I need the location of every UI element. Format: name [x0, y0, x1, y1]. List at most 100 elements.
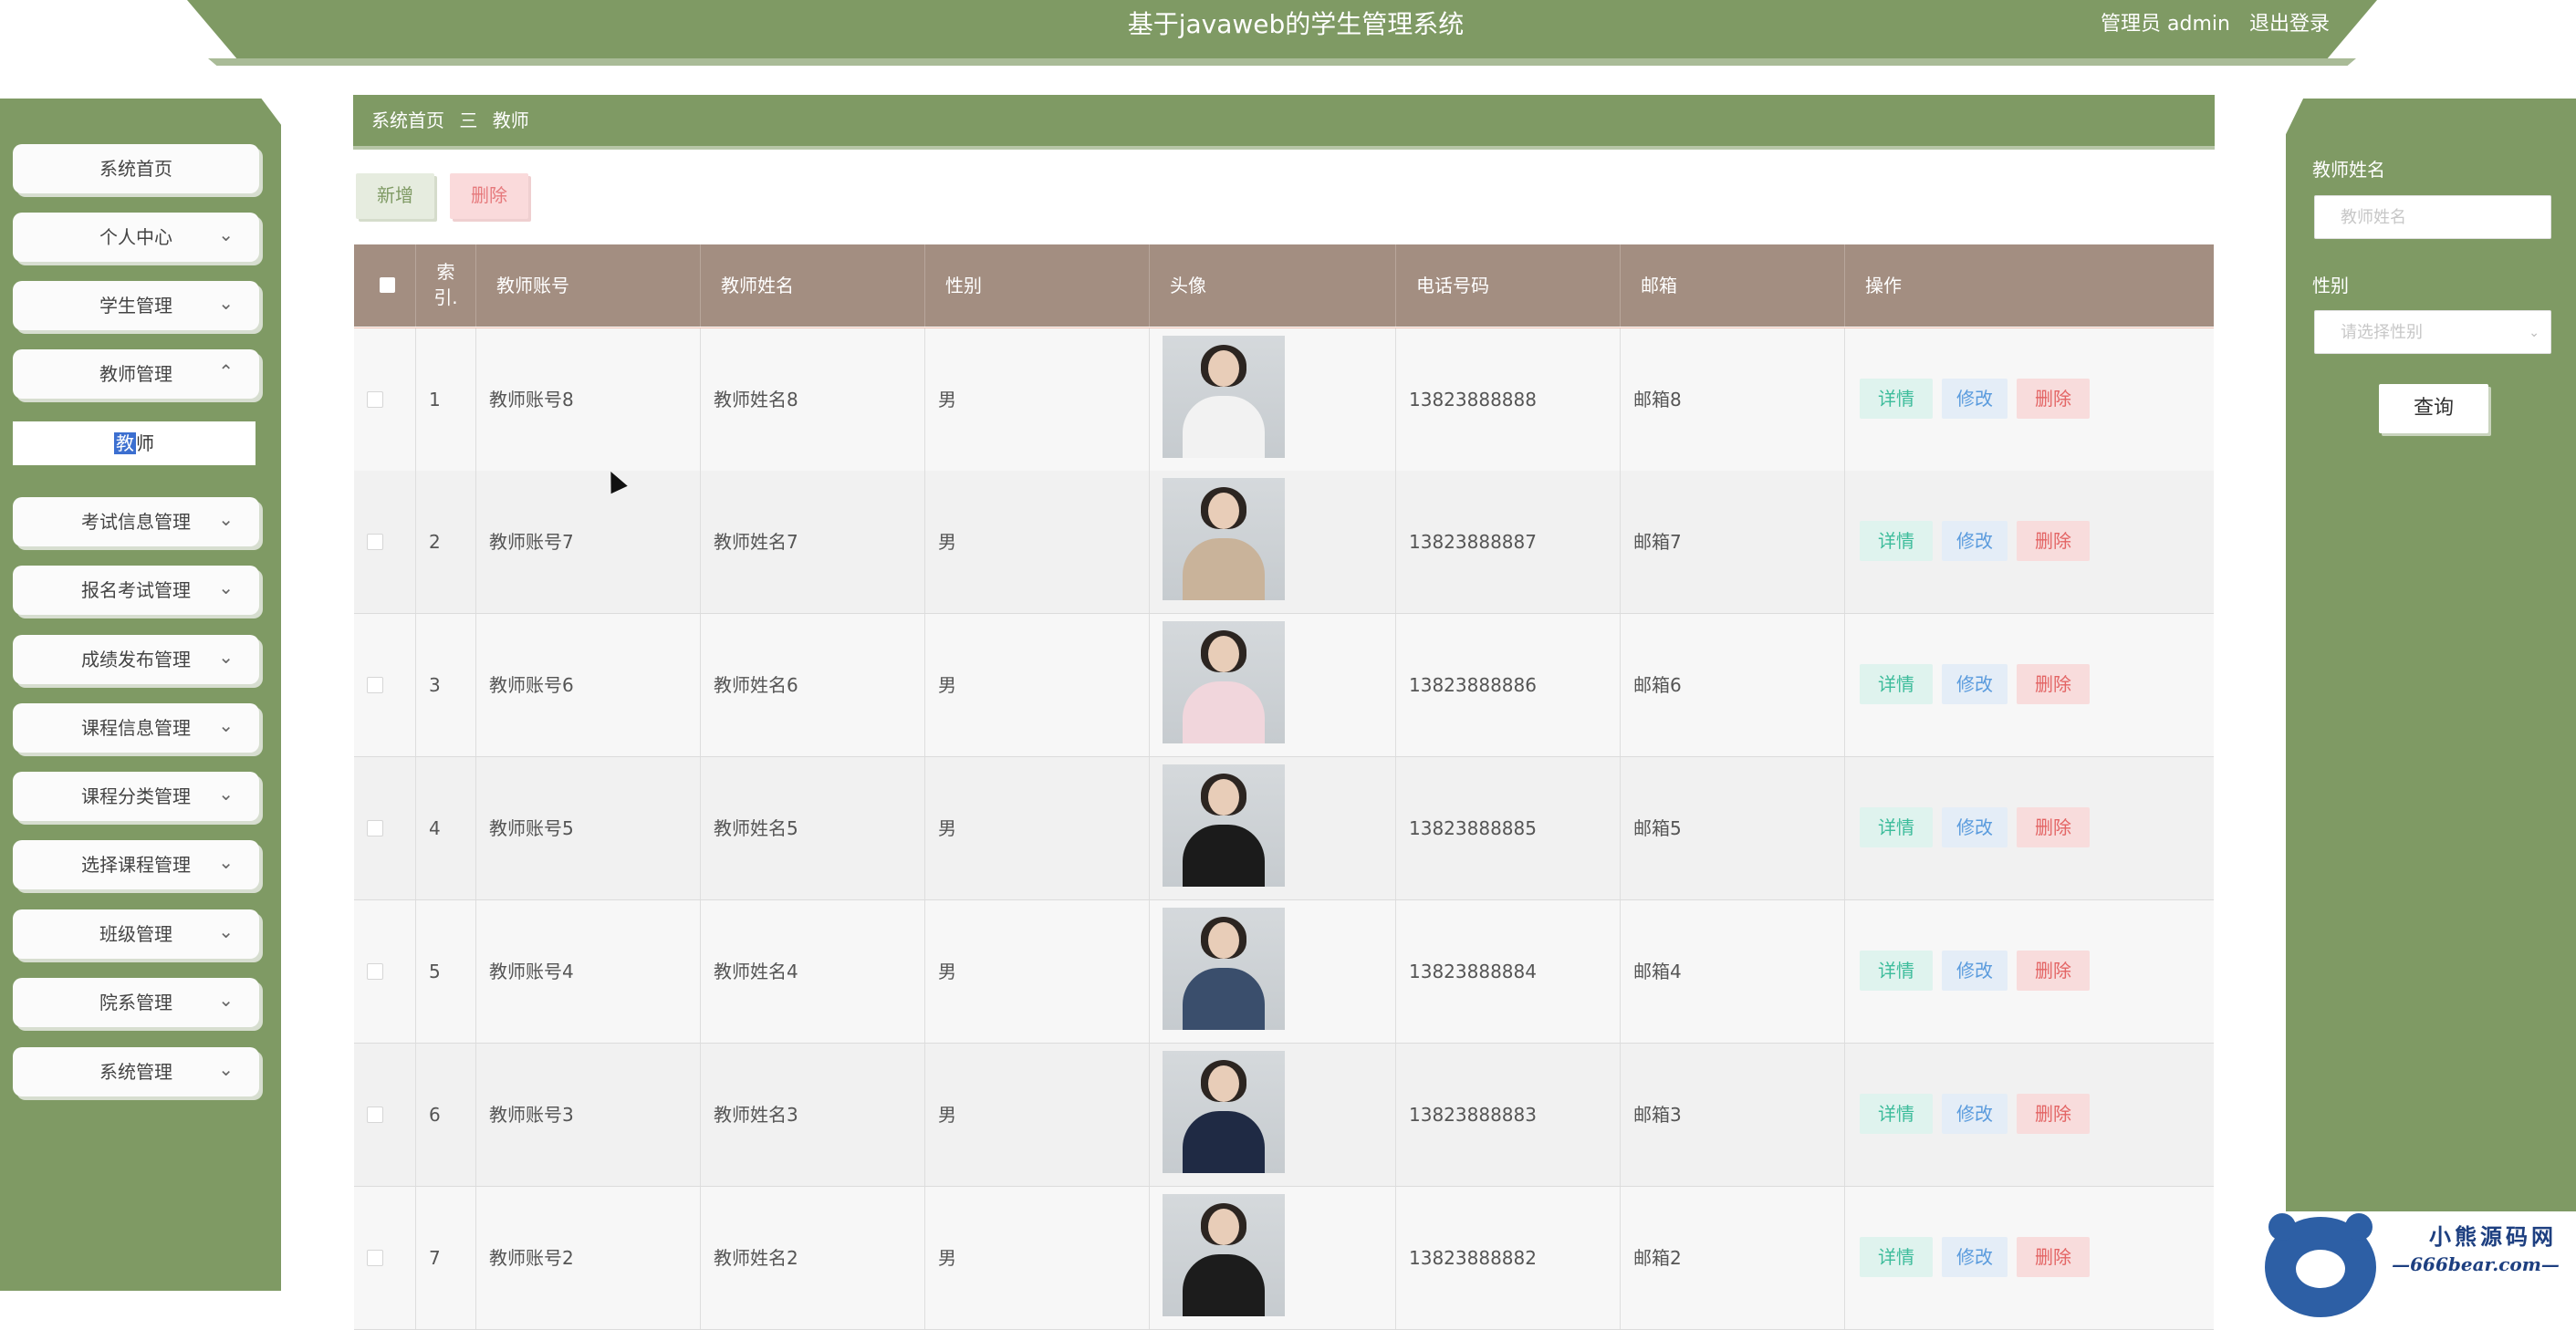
- select-all-checkbox[interactable]: [380, 277, 395, 293]
- table-row: 4 教师账号5 教师姓名5 男 13823888885 邮箱5 详情 修改 删除: [354, 757, 2214, 900]
- edit-button[interactable]: 修改: [1942, 379, 2008, 419]
- selected-text-highlight: 教: [114, 432, 136, 454]
- sidebar-item[interactable]: 学生管理 ⌄: [13, 281, 259, 330]
- row-select-cell: [354, 471, 416, 613]
- sidebar-item[interactable]: 系统管理 ⌄: [13, 1047, 259, 1096]
- app-title: 基于javaweb的学生管理系统: [1127, 9, 1465, 39]
- teacher-name-input[interactable]: 教师姓名: [2314, 195, 2551, 239]
- sidebar-item[interactable]: 课程信息管理 ⌄: [13, 703, 259, 753]
- cell-gender: 男: [925, 328, 1150, 471]
- row-checkbox[interactable]: [367, 534, 383, 550]
- sidebar-item[interactable]: 系统首页: [13, 144, 259, 193]
- bear-logo-icon: [2265, 1213, 2376, 1317]
- edit-button[interactable]: 修改: [1942, 1237, 2008, 1277]
- gender-label: 性别: [2312, 275, 2349, 296]
- sidebar-item[interactable]: 报名考试管理 ⌄: [13, 566, 259, 615]
- delete-button[interactable]: 删除: [2017, 664, 2090, 704]
- sidebar-item-label: 考试信息管理: [81, 511, 191, 533]
- edit-button[interactable]: 修改: [1942, 951, 2008, 991]
- breadcrumb: 系统首页 三 教师: [353, 95, 2215, 150]
- gender-select[interactable]: 请选择性别 ⌄: [2314, 310, 2551, 354]
- row-checkbox[interactable]: [367, 1250, 383, 1266]
- teacher-avatar-image: [1163, 908, 1285, 1030]
- delete-button[interactable]: 删除: [2017, 1094, 2090, 1134]
- index-header-line1: 索: [436, 261, 455, 283]
- cell-avatar: [1150, 900, 1396, 1043]
- edit-button[interactable]: 修改: [1942, 664, 2008, 704]
- sidebar-item[interactable]: 课程分类管理 ⌄: [13, 772, 259, 821]
- cell-actions: 详情 修改 删除: [1845, 900, 2214, 1043]
- teacher-name-label: 教师姓名: [2312, 159, 2385, 181]
- detail-button[interactable]: 详情: [1860, 1237, 1933, 1277]
- sidebar-item[interactable]: 教师管理 ⌃: [13, 349, 259, 399]
- cell-gender: 男: [925, 471, 1150, 613]
- cell-avatar: [1150, 1187, 1396, 1329]
- cell-avatar: [1150, 328, 1396, 471]
- cell-name: 教师姓名2: [701, 1187, 925, 1329]
- cell-actions: 详情 修改 删除: [1845, 328, 2214, 471]
- cell-account: 教师账号8: [476, 328, 701, 471]
- breadcrumb-home[interactable]: 系统首页: [371, 109, 444, 131]
- delete-button[interactable]: 删除: [2017, 1237, 2090, 1277]
- detail-button[interactable]: 详情: [1860, 1094, 1933, 1134]
- sidebar-item[interactable]: 选择课程管理 ⌄: [13, 840, 259, 889]
- sidebar-item-label: 课程信息管理: [81, 717, 191, 739]
- row-checkbox[interactable]: [367, 677, 383, 693]
- sidebar-item-label: 报名考试管理: [81, 579, 191, 601]
- delete-button[interactable]: 删除: [2017, 521, 2090, 561]
- batch-delete-button[interactable]: 删除: [450, 173, 528, 219]
- cell-name: 教师姓名3: [701, 1044, 925, 1186]
- add-button[interactable]: 新增: [356, 173, 434, 219]
- index-header-line2: 引.: [433, 286, 458, 308]
- edit-button[interactable]: 修改: [1942, 1094, 2008, 1134]
- cell-phone: 13823888885: [1396, 757, 1621, 899]
- table-row: 7 教师账号2 教师姓名2 男 13823888882 邮箱2 详情 修改 删除: [354, 1187, 2214, 1330]
- sidebar-item-label: 教师管理: [99, 363, 172, 385]
- edit-button[interactable]: 修改: [1942, 521, 2008, 561]
- delete-button[interactable]: 删除: [2017, 379, 2090, 419]
- row-checkbox[interactable]: [367, 1107, 383, 1123]
- teacher-avatar-image: [1163, 764, 1285, 887]
- cell-index: 4: [416, 757, 476, 899]
- row-checkbox[interactable]: [367, 820, 383, 836]
- gender-select-placeholder: 请选择性别: [2341, 323, 2423, 342]
- detail-button[interactable]: 详情: [1860, 521, 1933, 561]
- cell-phone: 13823888884: [1396, 900, 1621, 1043]
- cell-index: 3: [416, 614, 476, 756]
- logout-link[interactable]: 退出登录: [2249, 13, 2330, 36]
- detail-button[interactable]: 详情: [1860, 807, 1933, 847]
- sidebar-item-label: 选择课程管理: [81, 854, 191, 876]
- row-checkbox[interactable]: [367, 963, 383, 980]
- row-select-cell: [354, 1187, 416, 1329]
- cell-email: 邮箱8: [1621, 328, 1845, 471]
- row-select-cell: [354, 900, 416, 1043]
- teacher-avatar-image: [1163, 621, 1285, 743]
- sidebar-subitem-teacher[interactable]: 教师: [13, 421, 256, 465]
- query-button[interactable]: 查询: [2379, 384, 2488, 433]
- current-user-label: 管理员 admin: [2101, 13, 2230, 36]
- delete-button[interactable]: 删除: [2017, 951, 2090, 991]
- cell-name: 教师姓名7: [701, 471, 925, 613]
- row-checkbox[interactable]: [367, 391, 383, 408]
- cell-avatar: [1150, 471, 1396, 613]
- cell-index: 2: [416, 471, 476, 613]
- sidebar-item[interactable]: 班级管理 ⌄: [13, 909, 259, 959]
- row-select-cell: [354, 328, 416, 471]
- sidebar-item[interactable]: 考试信息管理 ⌄: [13, 497, 259, 546]
- detail-button[interactable]: 详情: [1860, 379, 1933, 419]
- column-header-account: 教师账号: [476, 244, 701, 327]
- edit-button[interactable]: 修改: [1942, 807, 2008, 847]
- sidebar-item[interactable]: 个人中心 ⌄: [13, 213, 259, 262]
- cell-actions: 详情 修改 删除: [1845, 1187, 2214, 1329]
- detail-button[interactable]: 详情: [1860, 664, 1933, 704]
- sidebar-item[interactable]: 院系管理 ⌄: [13, 978, 259, 1027]
- teacher-avatar-image: [1163, 336, 1285, 458]
- cell-phone: 13823888886: [1396, 614, 1621, 756]
- sidebar-item[interactable]: 成绩发布管理 ⌄: [13, 635, 259, 684]
- delete-button[interactable]: 删除: [2017, 807, 2090, 847]
- detail-button[interactable]: 详情: [1860, 951, 1933, 991]
- top-header: 基于javaweb的学生管理系统 管理员 admin 退出登录: [0, 0, 2576, 109]
- teacher-avatar-image: [1163, 1194, 1285, 1316]
- cell-email: 邮箱4: [1621, 900, 1845, 1043]
- teacher-avatar-image: [1163, 1051, 1285, 1173]
